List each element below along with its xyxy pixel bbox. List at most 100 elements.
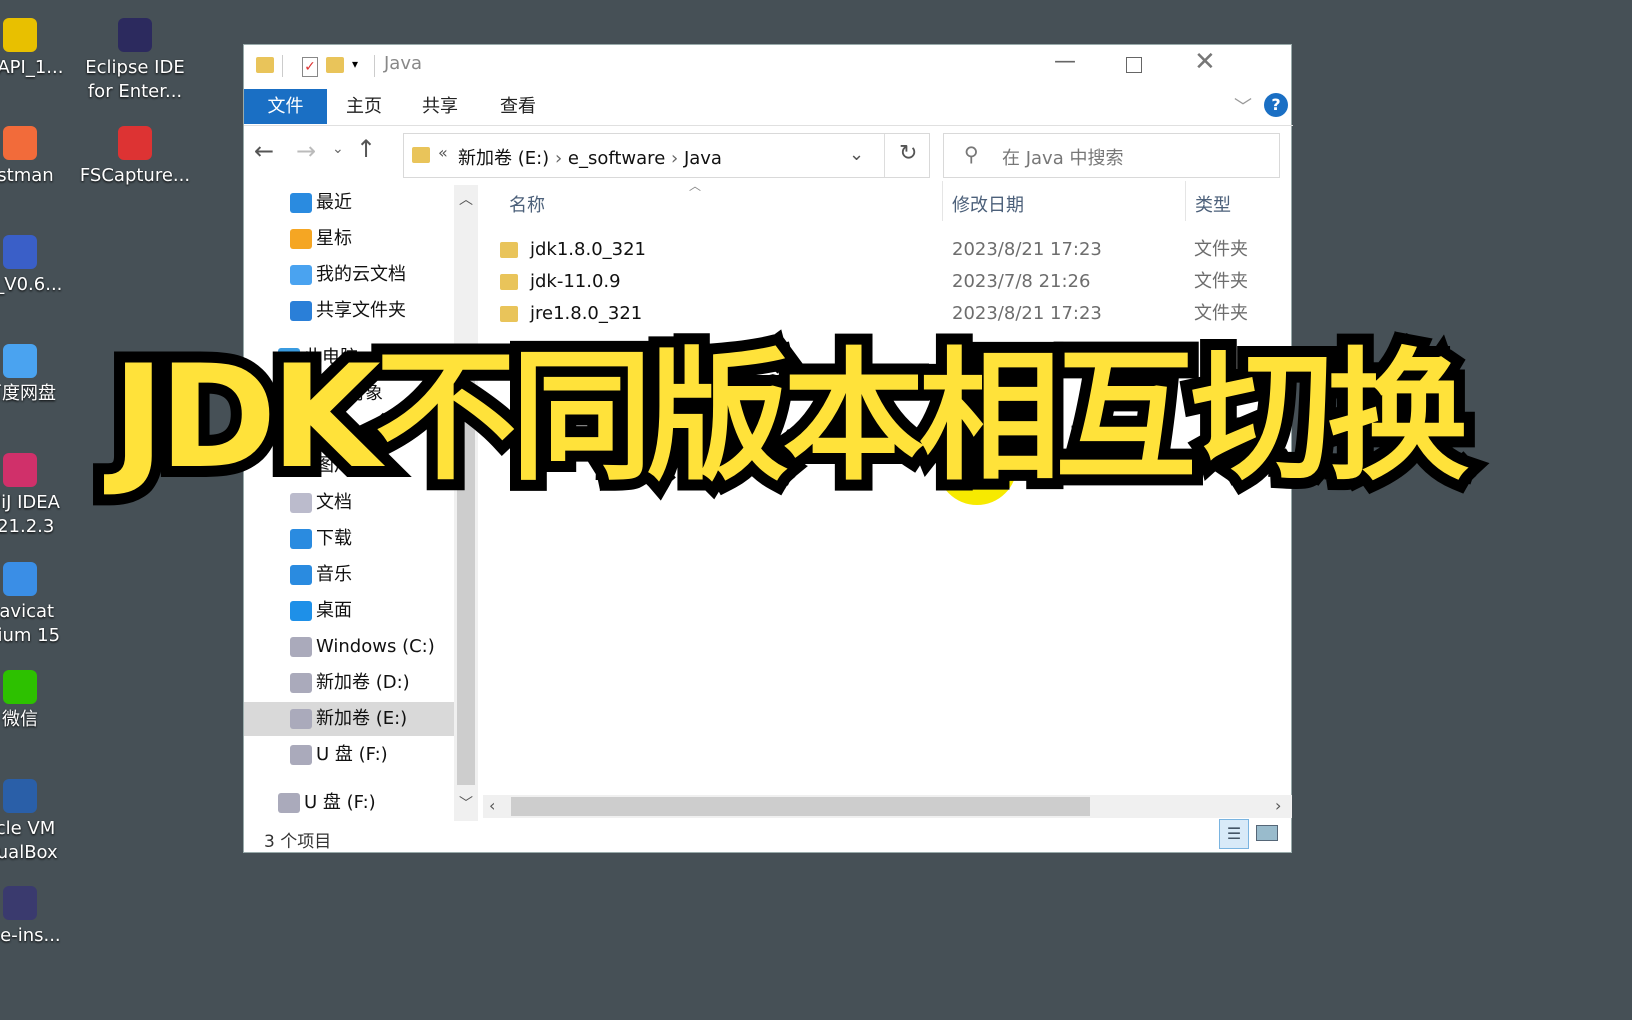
file-name: jre1.8.0_321 (530, 303, 643, 324)
share-icon (290, 301, 312, 321)
shortcut-label: pse-ins... (0, 925, 61, 946)
scrollbar-thumb[interactable] (511, 797, 1090, 816)
new-folder-icon[interactable] (326, 57, 344, 73)
up-button[interactable]: ↑ (356, 135, 376, 163)
desktop-shortcut[interactable]: acle VM rtualBox (0, 779, 80, 865)
maximize-button[interactable] (1126, 57, 1142, 73)
drive-c-icon (290, 637, 312, 657)
music-icon (290, 565, 312, 585)
search-icon: ⚲ (964, 142, 979, 166)
desktop-shortcut[interactable]: ty_V0.6... (0, 235, 80, 297)
clock-icon (290, 193, 312, 213)
large-icons-view-button[interactable] (1256, 825, 1278, 841)
file-type: 文件夹 (1194, 303, 1248, 324)
nav-item[interactable]: 桌面 (244, 594, 454, 628)
nav-item[interactable]: 新加卷 (D:) (244, 666, 454, 700)
folder-icon (412, 147, 430, 163)
breadcrumb-item[interactable]: 新加卷 (E:) (458, 148, 549, 169)
shortcut-label: K_API_1... (0, 57, 64, 78)
details-view-button[interactable]: ☰ (1219, 819, 1249, 849)
nav-item-label: U 盘 (F:) (316, 744, 388, 765)
quick-access-dropdown-icon[interactable]: ▾ (352, 57, 358, 71)
file-date: 2023/7/8 21:26 (952, 271, 1091, 292)
nav-item[interactable]: Windows (C:) (244, 630, 454, 664)
intellij-icon (3, 453, 37, 487)
nav-item[interactable]: 我的云文档 (244, 258, 454, 292)
folder-icon (500, 242, 518, 258)
address-dropdown-icon[interactable]: ⌄ (849, 144, 864, 165)
nav-item[interactable]: 下载 (244, 522, 454, 556)
overlay-title: JDK不同版本相互切换 (101, 327, 1480, 509)
nav-item[interactable]: 星标 (244, 222, 454, 256)
column-header-name[interactable]: 名称 (509, 191, 545, 217)
desktop-shortcut[interactable]: FSCapture... (75, 126, 195, 188)
file-row[interactable]: jre1.8.0_321 2023/8/21 17:23 文件夹 (494, 299, 1294, 329)
desktop-shortcut[interactable]: elliJ IDEA 021.2.3 (0, 453, 80, 539)
status-item-count: 3 个项目 (264, 832, 332, 852)
breadcrumb-item[interactable]: e_software (568, 148, 665, 169)
cloud-icon (290, 265, 312, 285)
expand-ribbon-icon[interactable]: ﹀ (1234, 93, 1252, 119)
postman-icon (3, 126, 37, 160)
folder-icon (500, 274, 518, 290)
refresh-button[interactable]: ↻ (899, 141, 917, 166)
nav-scrollbar[interactable]: ︿ ﹀ (454, 185, 478, 821)
nav-item[interactable]: 音乐 (244, 558, 454, 592)
wechat-icon (3, 670, 37, 704)
nav-item-label: 音乐 (316, 564, 352, 585)
help-icon[interactable]: ? (1264, 93, 1288, 117)
forward-button[interactable]: → (296, 137, 316, 165)
address-bar[interactable]: « 新加卷 (E:) › e_software › Java ⌄ ↻ (403, 133, 930, 178)
recent-locations-icon[interactable]: ⌄ (332, 141, 344, 157)
navigation-pane: 最近 星标 我的云文档 共享文件夹 此电脑 3D 对象 视频 图片 文档 下载 音乐 桌面 Window… (244, 185, 478, 821)
network-icon (3, 235, 37, 269)
close-button[interactable]: ✕ (1194, 47, 1216, 77)
scroll-right-icon[interactable]: › (1275, 796, 1281, 815)
tab-file[interactable]: 文件 (244, 89, 327, 124)
column-header-date[interactable]: 修改日期 (952, 191, 1024, 217)
scroll-up-icon[interactable]: ︿ (454, 189, 478, 209)
column-header-type[interactable]: 类型 (1195, 191, 1231, 217)
shortcut-label: 百度网盘 (0, 383, 56, 404)
desktop-shortcut[interactable]: 微信 (0, 670, 80, 732)
desktop-shortcut[interactable]: Navicat mium 15 (0, 562, 80, 648)
nav-item[interactable]: U 盘 (F:) (244, 786, 454, 820)
file-name: jdk1.8.0_321 (530, 239, 647, 260)
tab-share[interactable]: 共享 (401, 89, 479, 124)
tab-view[interactable]: 查看 (479, 89, 557, 124)
desktop-shortcut[interactable]: pse-ins... (0, 886, 80, 948)
back-button[interactable]: ← (254, 137, 274, 165)
scroll-left-icon[interactable]: ‹ (489, 796, 495, 815)
nav-item-label: 共享文件夹 (316, 300, 406, 321)
nav-item-label: 桌面 (316, 600, 352, 621)
nav-item[interactable]: U 盘 (F:) (244, 738, 454, 772)
desktop-shortcut[interactable]: Eclipse IDE for Enter... (75, 18, 195, 104)
search-input[interactable]: ⚲ 在 Java 中搜索 (943, 133, 1280, 178)
file-row[interactable]: jdk1.8.0_321 2023/8/21 17:23 文件夹 (494, 235, 1294, 265)
desktop-shortcut[interactable]: K_API_1... (0, 18, 80, 80)
nav-item[interactable]: 最近 (244, 186, 454, 220)
shortcut-label: FSCapture... (79, 165, 191, 186)
nav-item-label: 下载 (316, 528, 352, 549)
shortcut-label: ostman (0, 165, 54, 186)
tab-home[interactable]: 主页 (327, 89, 401, 124)
navicat-icon (3, 562, 37, 596)
horizontal-scrollbar[interactable]: ‹ › (483, 795, 1292, 818)
breadcrumb-item[interactable]: Java (684, 148, 722, 169)
file-date: 2023/8/21 17:23 (952, 239, 1102, 260)
nav-item-label: 新加卷 (E:) (316, 708, 408, 729)
nav-item[interactable]: 共享文件夹 (244, 294, 454, 328)
breadcrumb-overflow[interactable]: « (438, 143, 448, 162)
desktop-shortcut[interactable]: ostman (0, 126, 80, 188)
scroll-down-icon[interactable]: ﹀ (459, 793, 473, 813)
fscapture-icon (118, 126, 152, 160)
nav-item[interactable]: 新加卷 (E:) (244, 702, 454, 736)
folder-icon (256, 57, 274, 73)
desktop-shortcut[interactable]: 百度网盘 (0, 344, 80, 406)
nav-item-label: Windows (C:) (316, 636, 435, 657)
eclipse-installer-icon (3, 886, 37, 920)
nav-item-label: 最近 (316, 192, 352, 213)
properties-icon[interactable]: ✓ (302, 57, 318, 77)
file-row[interactable]: jdk-11.0.9 2023/7/8 21:26 文件夹 (494, 267, 1294, 297)
minimize-button[interactable]: — (1054, 49, 1076, 74)
